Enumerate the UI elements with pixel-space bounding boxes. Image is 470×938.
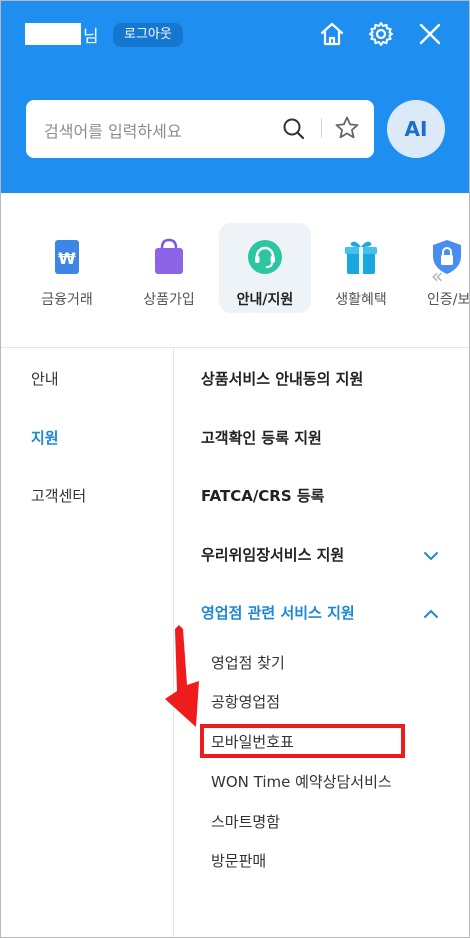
category-benefits[interactable]: 생활혜택 bbox=[315, 223, 407, 313]
search-divider bbox=[321, 118, 322, 138]
header: 님 로그아웃 검색어를 입력하세요 AI bbox=[1, 1, 469, 193]
menu-item-power-of-attorney[interactable]: 우리위임장서비스 지원 bbox=[201, 544, 344, 565]
user-name-suffix: 님 bbox=[83, 27, 99, 47]
left-nav-support[interactable]: 지원 bbox=[31, 427, 59, 448]
category-products[interactable]: 상품가입 bbox=[123, 223, 215, 313]
ai-assistant-button[interactable]: AI bbox=[387, 100, 445, 158]
shopping-bag-icon bbox=[155, 238, 183, 274]
chevron-up-icon[interactable] bbox=[423, 609, 439, 619]
category-finance[interactable]: ₩ 금융거래 bbox=[21, 223, 113, 313]
gift-icon bbox=[345, 241, 377, 274]
category-label: 안내/지원 bbox=[236, 292, 294, 308]
submenu-visit-sales[interactable]: 방문판매 bbox=[211, 850, 266, 871]
search-icon[interactable] bbox=[281, 116, 307, 142]
left-nav-customer-center[interactable]: 고객센터 bbox=[31, 485, 86, 506]
menu-item-customer-verification[interactable]: 고객확인 등록 지원 bbox=[201, 427, 322, 448]
category-label: 생활혜택 bbox=[335, 292, 387, 308]
star-icon[interactable] bbox=[334, 115, 360, 141]
submenu-won-time[interactable]: WON Time 예약상담서비스 bbox=[211, 771, 392, 792]
category-label: 상품가입 bbox=[143, 292, 195, 308]
svg-text:₩: ₩ bbox=[58, 249, 76, 268]
menu-item-branch-services[interactable]: 영업점 관련 서비스 지원 bbox=[201, 602, 355, 623]
user-name-redacted bbox=[25, 23, 81, 45]
menu-item-fatca-crs[interactable]: FATCA/CRS 등록 bbox=[201, 485, 324, 506]
search-bar[interactable]: 검색어를 입력하세요 bbox=[26, 100, 374, 158]
submenu-branch-finder[interactable]: 영업점 찾기 bbox=[211, 652, 285, 673]
search-placeholder[interactable]: 검색어를 입력하세요 bbox=[44, 118, 182, 142]
submenu-airport-branch[interactable]: 공항영업점 bbox=[211, 691, 280, 712]
category-label: 금융거래 bbox=[41, 292, 93, 308]
double-chevron-left-icon[interactable]: « bbox=[431, 264, 443, 288]
gear-icon[interactable] bbox=[367, 20, 395, 48]
home-icon[interactable] bbox=[318, 20, 346, 48]
headset-icon bbox=[248, 240, 282, 274]
menu-item-consent-support[interactable]: 상품서비스 안내동의 지원 bbox=[201, 368, 363, 389]
logout-button[interactable]: 로그아웃 bbox=[113, 23, 183, 47]
highlight-box bbox=[200, 724, 405, 758]
app-frame: 님 로그아웃 검색어를 입력하세요 AI ₩ 금융거래 상품가입 안내/지원 생… bbox=[0, 0, 470, 938]
pointer-arrow-icon bbox=[165, 625, 199, 727]
wallet-icon: ₩ bbox=[55, 240, 79, 274]
category-row: ₩ 금융거래 상품가입 안내/지원 생활혜택 인증/보 bbox=[1, 193, 469, 348]
category-support[interactable]: 안내/지원 bbox=[219, 223, 311, 313]
left-nav-guide[interactable]: 안내 bbox=[31, 368, 59, 389]
submenu-smart-card[interactable]: 스마트명함 bbox=[211, 811, 280, 832]
category-label: 인증/보 bbox=[427, 292, 470, 308]
chevron-down-icon[interactable] bbox=[423, 551, 439, 561]
close-icon[interactable] bbox=[416, 20, 444, 48]
